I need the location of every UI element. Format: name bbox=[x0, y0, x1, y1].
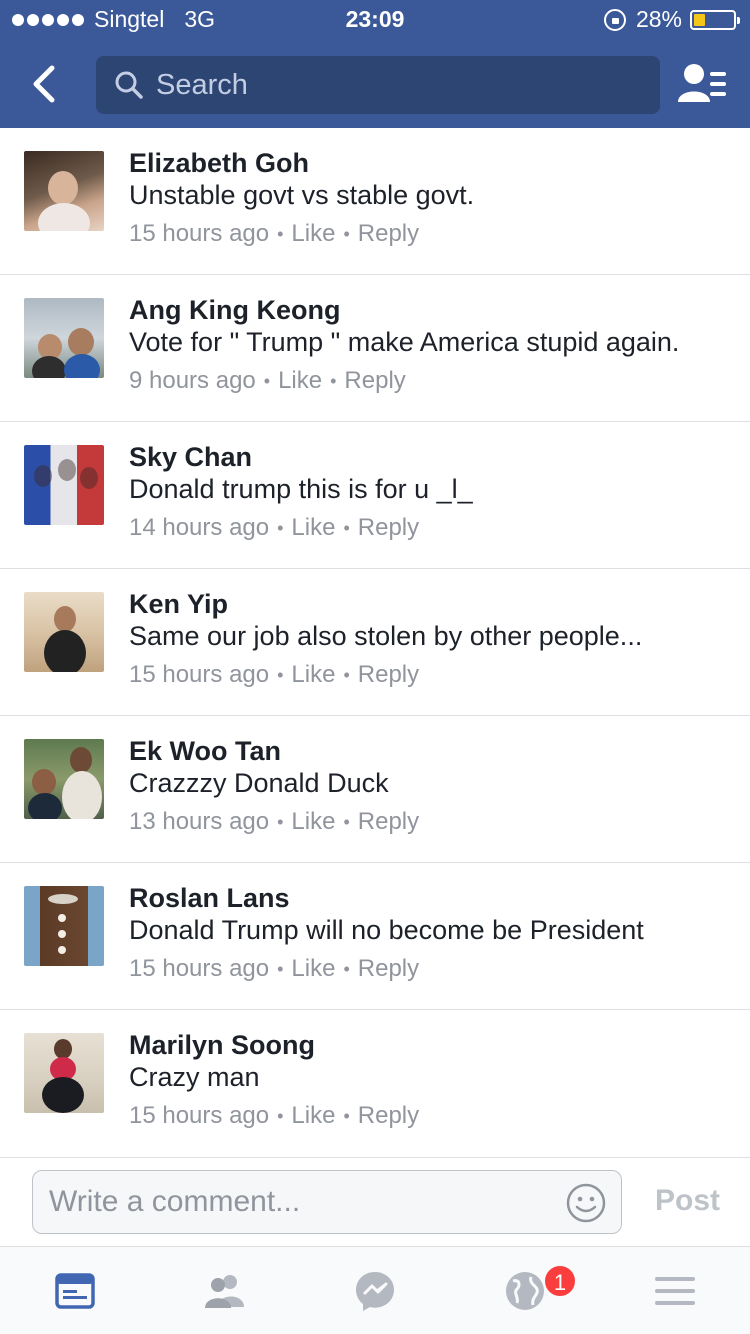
comment-author[interactable]: Elizabeth Goh bbox=[129, 148, 309, 179]
comment-text: Crazzzy Donald Duck bbox=[129, 768, 389, 798]
like-link[interactable]: Like bbox=[291, 514, 335, 542]
comment-time[interactable]: 15 hours ago bbox=[129, 1102, 269, 1130]
comment-item: Marilyn Soong Crazy man 15 hours ago • L… bbox=[0, 1010, 750, 1157]
reply-link[interactable]: Reply bbox=[358, 955, 419, 983]
reply-link[interactable]: Reply bbox=[358, 808, 419, 836]
menu-icon bbox=[655, 1277, 695, 1305]
tab-messenger[interactable] bbox=[353, 1269, 397, 1313]
comment-text: Donald trump this is for u _l_ bbox=[129, 474, 473, 504]
search-icon bbox=[115, 71, 143, 99]
comment-time[interactable]: 14 hours ago bbox=[129, 514, 269, 542]
comment-text: Donald Trump will no become be President bbox=[129, 915, 644, 945]
comment-item: Elizabeth Goh Unstable govt vs stable go… bbox=[0, 128, 750, 275]
tab-friends[interactable] bbox=[203, 1269, 247, 1313]
comment-meta: 15 hours ago • Like • Reply bbox=[129, 220, 420, 248]
like-link[interactable]: Like bbox=[291, 220, 335, 248]
like-link[interactable]: Like bbox=[278, 367, 322, 395]
tab-menu[interactable] bbox=[653, 1269, 697, 1313]
comment-item: Ang King Keong Vote for " Trump " make A… bbox=[0, 275, 750, 422]
comment-item: Ek Woo Tan Crazzzy Donald Duck 13 hours … bbox=[0, 716, 750, 863]
reply-link[interactable]: Reply bbox=[358, 1102, 419, 1130]
back-button[interactable] bbox=[26, 62, 66, 106]
reply-link[interactable]: Reply bbox=[358, 514, 419, 542]
tab-news-feed[interactable] bbox=[53, 1269, 97, 1313]
like-link[interactable]: Like bbox=[291, 1102, 335, 1130]
avatar[interactable] bbox=[24, 151, 104, 231]
sticker-smiley-icon[interactable] bbox=[565, 1182, 607, 1224]
comment-text: Crazy man bbox=[129, 1062, 260, 1092]
comment-text: Vote for " Trump " make America stupid a… bbox=[129, 327, 680, 357]
comment-author[interactable]: Ang King Keong bbox=[129, 295, 340, 326]
post-button[interactable]: Post bbox=[655, 1184, 720, 1218]
search-input[interactable]: Search bbox=[96, 56, 660, 114]
comment-author[interactable]: Roslan Lans bbox=[129, 883, 290, 914]
like-link[interactable]: Like bbox=[291, 661, 335, 689]
comment-time[interactable]: 13 hours ago bbox=[129, 808, 269, 836]
avatar[interactable] bbox=[24, 592, 104, 672]
comment-author[interactable]: Sky Chan bbox=[129, 442, 252, 473]
news-feed-icon bbox=[55, 1273, 95, 1309]
comment-author[interactable]: Ken Yip bbox=[129, 589, 228, 620]
comment-time[interactable]: 9 hours ago bbox=[129, 367, 256, 395]
comment-item: Sky Chan Donald trump this is for u _l_ … bbox=[0, 422, 750, 569]
tab-bar: 1 bbox=[0, 1246, 750, 1334]
messenger-icon bbox=[356, 1272, 394, 1311]
avatar[interactable] bbox=[24, 886, 104, 966]
comment-time[interactable]: 15 hours ago bbox=[129, 661, 269, 689]
comment-author[interactable]: Ek Woo Tan bbox=[129, 736, 281, 767]
battery-percent: 28% bbox=[635, 6, 682, 32]
notifications-badge: 1 bbox=[543, 1264, 577, 1298]
comment-text: Unstable govt vs stable govt. bbox=[129, 180, 475, 210]
friend-requests-icon bbox=[678, 64, 726, 102]
avatar[interactable] bbox=[24, 739, 104, 819]
rotation-lock-icon bbox=[603, 8, 626, 31]
comment-time[interactable]: 15 hours ago bbox=[129, 955, 269, 983]
comment-meta: 9 hours ago • Like • Reply bbox=[129, 367, 406, 395]
back-chevron-icon bbox=[33, 65, 55, 103]
comment-text: Same our job also stolen by other people… bbox=[129, 621, 643, 651]
comment-placeholder: Write a comment... bbox=[49, 1185, 301, 1218]
like-link[interactable]: Like bbox=[291, 955, 335, 983]
comment-meta: 14 hours ago • Like • Reply bbox=[129, 514, 420, 542]
reply-link[interactable]: Reply bbox=[344, 367, 405, 395]
friends-icon bbox=[205, 1275, 244, 1308]
comment-input[interactable]: Write a comment... bbox=[32, 1170, 622, 1234]
comment-meta: 15 hours ago • Like • Reply bbox=[129, 955, 420, 983]
comment-meta: 13 hours ago • Like • Reply bbox=[129, 808, 420, 836]
comment-meta: 15 hours ago • Like • Reply bbox=[129, 1102, 420, 1130]
comment-composer: Write a comment... Post bbox=[0, 1157, 750, 1245]
like-link[interactable]: Like bbox=[291, 808, 335, 836]
tab-notifications[interactable] bbox=[503, 1269, 547, 1313]
comment-list: Elizabeth Goh Unstable govt vs stable go… bbox=[0, 128, 750, 1157]
top-bar: Singtel 3G 23:09 28% Search bbox=[0, 0, 750, 128]
comment-author[interactable]: Marilyn Soong bbox=[129, 1030, 315, 1061]
comment-item: Roslan Lans Donald Trump will no become … bbox=[0, 863, 750, 1010]
notifications-globe-icon bbox=[506, 1272, 544, 1310]
reply-link[interactable]: Reply bbox=[358, 220, 419, 248]
status-bar: Singtel 3G 23:09 28% bbox=[0, 0, 750, 40]
avatar[interactable] bbox=[24, 1033, 104, 1113]
avatar[interactable] bbox=[24, 298, 104, 378]
battery-icon bbox=[690, 9, 740, 30]
avatar[interactable] bbox=[24, 445, 104, 525]
search-placeholder: Search bbox=[156, 68, 248, 101]
comment-meta: 15 hours ago • Like • Reply bbox=[129, 661, 420, 689]
comment-time[interactable]: 15 hours ago bbox=[129, 220, 269, 248]
reply-link[interactable]: Reply bbox=[358, 661, 419, 689]
comment-item: Ken Yip Same our job also stolen by othe… bbox=[0, 569, 750, 716]
friend-requests-button[interactable] bbox=[676, 60, 728, 108]
